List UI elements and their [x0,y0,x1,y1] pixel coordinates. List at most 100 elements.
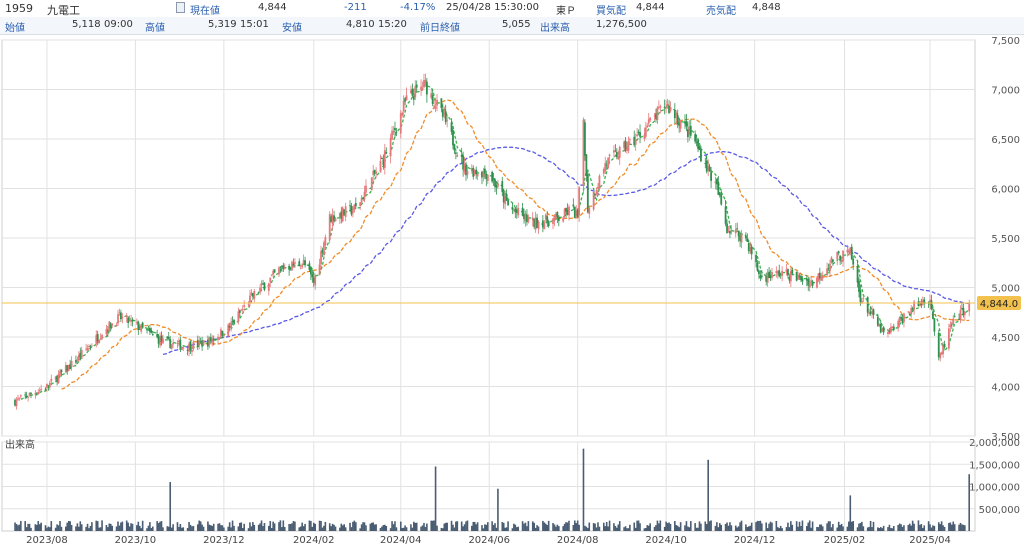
price-tick-label: 7,500 [991,36,1020,47]
volume-bar [270,528,273,531]
candle-body [585,154,588,176]
bid-label: 買気配 [596,6,626,17]
volume-bar [546,525,549,531]
volume-bar [294,521,296,531]
volume-bar [649,523,651,531]
volume-bar [394,521,396,531]
candle-body [724,206,727,224]
volume-bar [882,525,885,531]
candle-body [546,216,549,222]
candle-body [121,316,124,319]
volume-bar [150,527,153,531]
volume-bar [797,526,799,531]
candle-body [882,327,885,333]
candle-body [852,258,855,265]
volume-bar [588,522,591,531]
volume-bar [96,521,99,531]
candle-body [656,107,659,121]
volume-bar [169,482,172,531]
price-tick-label: 4,000 [991,383,1020,394]
candle-body [15,400,18,407]
candle-body [440,98,443,109]
candle-body [808,282,811,288]
volume-bar [698,521,701,531]
volume-bar [861,521,863,531]
volume-bar [808,520,811,531]
candle-body [402,100,405,112]
volume-bar [655,525,657,531]
volume-bar [555,526,557,531]
candle-body [628,139,631,141]
volume-bar [878,528,881,531]
volume-bar [710,520,712,531]
volume-bar [866,527,869,531]
date-tick-label: 2025/04 [909,535,951,546]
volume-bar [212,523,215,531]
change-percent: -4.17% [400,2,436,13]
volume-bar [636,520,638,531]
volume-bar [331,523,334,531]
candle-body [91,345,93,347]
price-tick-label: 5,500 [991,234,1020,245]
volume-bar [801,520,804,531]
candle-body [30,392,32,394]
volume-bar [707,459,709,531]
volume-bar [257,524,260,531]
price-volume-chart[interactable]: 4,844.0 3,5004,0004,5005,0005,5006,0006,… [0,35,1024,546]
volume-bar [739,522,741,531]
candle-body [115,324,118,326]
candle-body [627,141,630,151]
volume-bar [871,527,873,531]
candle-body [131,319,134,322]
volume-bar [950,524,953,531]
volume-bar [137,521,140,531]
volume-bar [807,522,810,531]
volume-bar [136,525,138,531]
candle-body [151,334,154,335]
candle-body [829,263,831,271]
candle-body [241,309,244,310]
document-icon[interactable] [176,2,185,13]
volume-label: 出来高 [540,23,570,34]
volume-bar [34,524,37,531]
candle-body [720,194,723,205]
volume-bar [573,520,576,531]
candle-body [218,337,221,339]
candle-body [299,268,302,269]
candle-body [892,326,895,330]
volume-bar [656,520,659,531]
volume-bar [633,522,636,531]
candle-body [872,309,875,316]
volume-bar [948,523,950,531]
volume-bar [291,523,293,531]
volume-bar [278,522,280,531]
volume-bar [311,526,314,531]
volume-bar [28,523,31,531]
candle-body [298,261,301,267]
candle-body [607,157,610,168]
candle-body [501,181,504,192]
candle-body [359,202,362,206]
volume-bar [211,525,214,531]
volume-bar [900,524,902,531]
volume-bar [563,523,566,531]
volume-bar [887,527,889,531]
volume-bar [756,520,759,531]
candle-body [446,119,449,121]
candle-body [170,343,173,350]
volume-bar [202,526,205,531]
candle-body [646,125,649,128]
candle-body [411,88,414,96]
candle-body [953,316,956,318]
volume-bar [288,523,290,531]
volume-bar [359,528,361,531]
volume-bar [685,521,688,531]
volume-bar [360,524,363,531]
volume-bar [939,524,941,531]
volume-bar [473,521,476,531]
candle-body [963,312,966,315]
volume-bar [75,526,77,531]
candle-body [273,269,276,273]
candle-body [698,146,701,150]
low-time: 15:20 [378,19,407,30]
